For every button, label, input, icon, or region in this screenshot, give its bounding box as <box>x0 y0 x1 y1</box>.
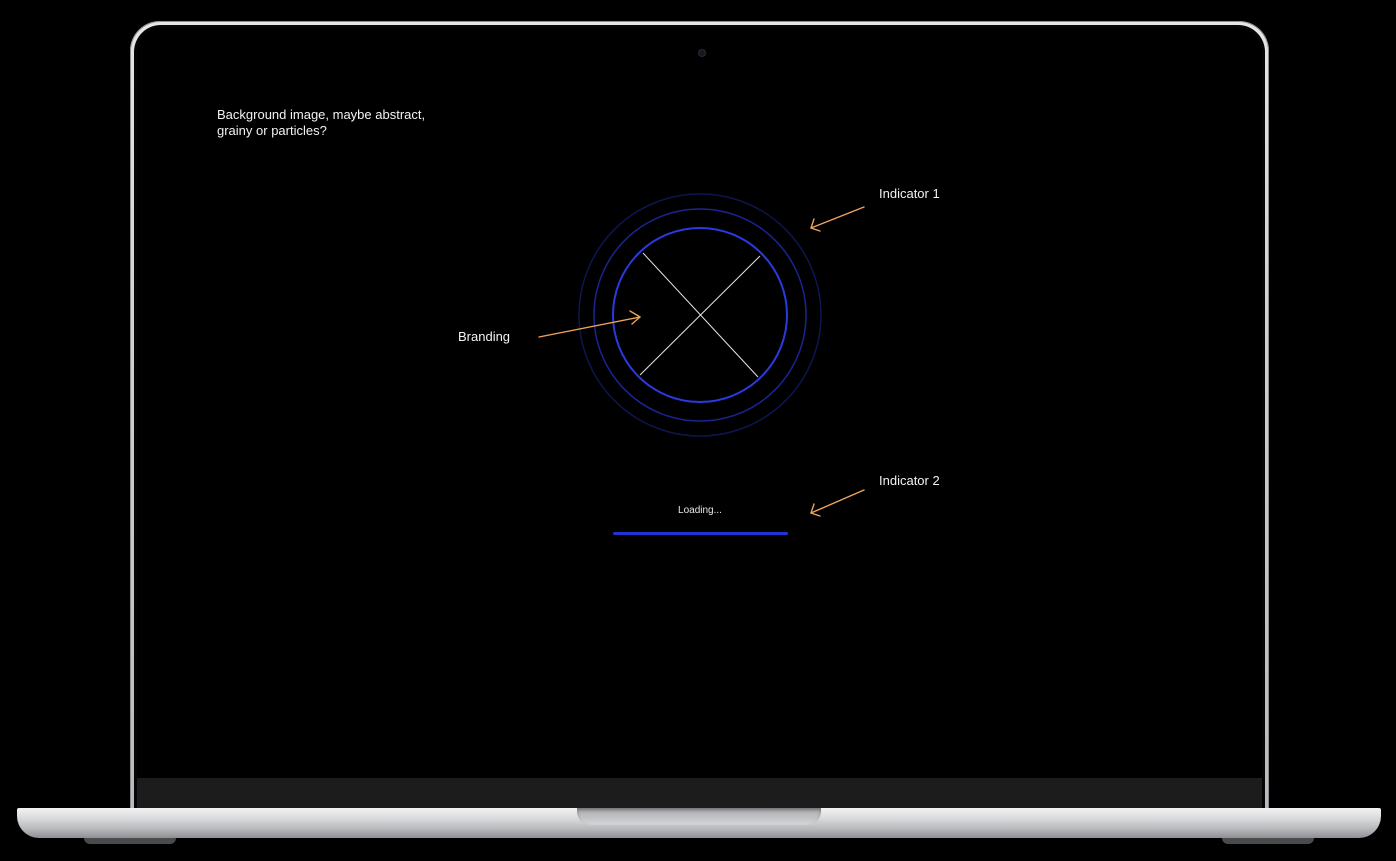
indicator-1-annotation: Indicator 1 <box>879 186 940 201</box>
branding-annotation: Branding <box>458 329 511 344</box>
branding-arrow-icon <box>538 310 641 338</box>
loading-progress-bar <box>613 532 788 535</box>
indicator-2-arrow-icon <box>810 489 865 517</box>
loading-progress-fill <box>613 532 788 535</box>
device-mockup: Background image, maybe abstract, grainy… <box>0 0 1396 861</box>
splash-graphics <box>538 193 865 517</box>
indicator-1-arrow-icon <box>810 206 865 232</box>
logo-placeholder-icon <box>639 252 761 378</box>
loading-label: Loading... <box>678 505 722 516</box>
indicator-2-annotation: Indicator 2 <box>879 473 940 488</box>
